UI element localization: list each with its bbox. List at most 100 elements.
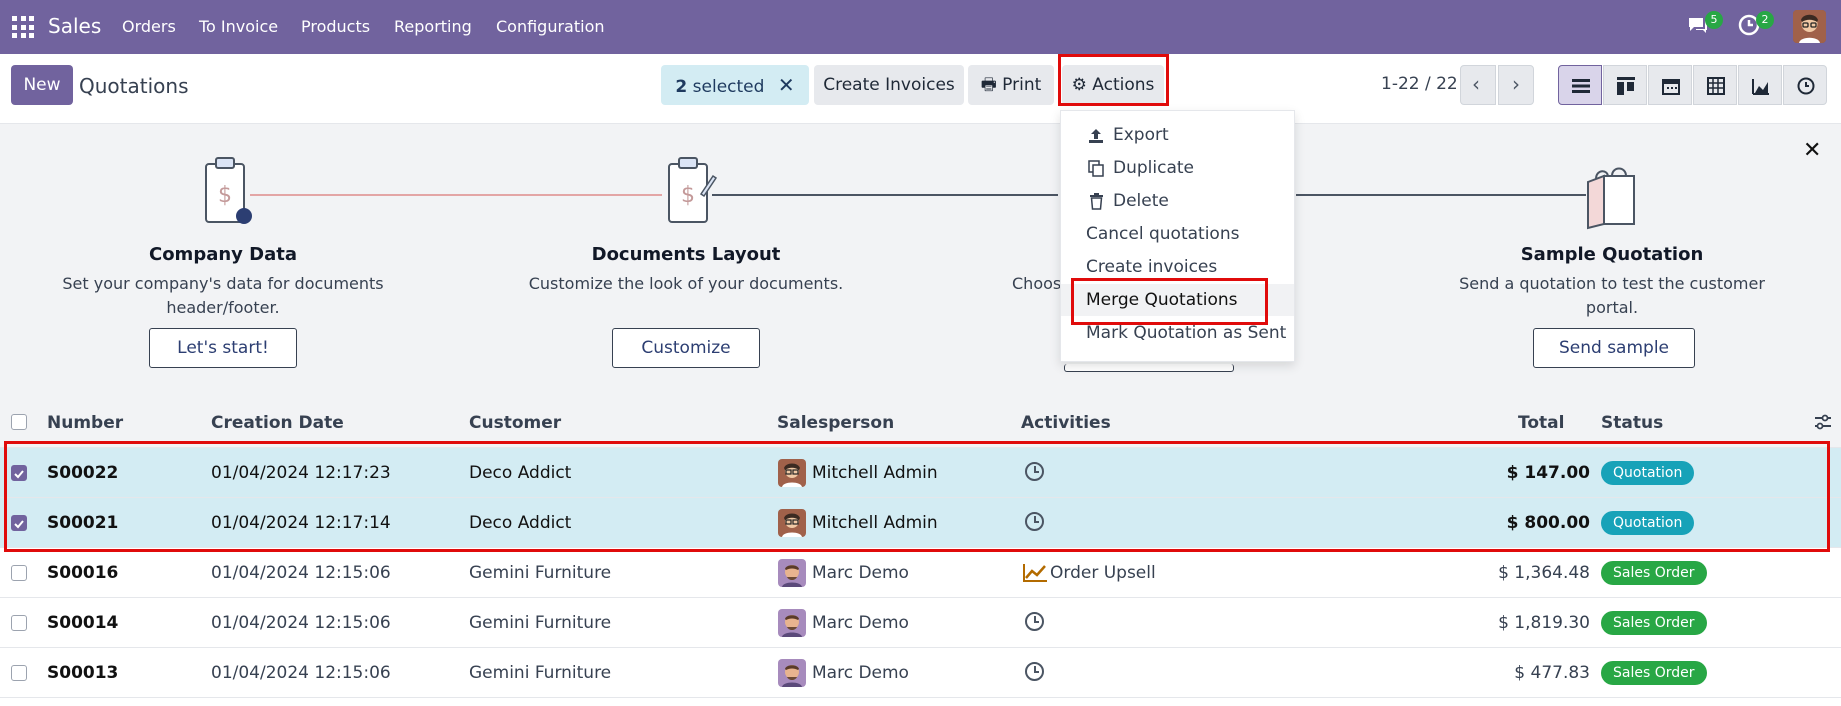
step-description: Set your company's data for documents he…	[62, 274, 384, 317]
onboarding-banner: ✕ $ Company Data Set your company's data…	[0, 124, 1841, 396]
apps-grid-icon[interactable]	[12, 16, 34, 38]
clock-icon	[1797, 77, 1815, 95]
row-customer: Gemini Furniture	[469, 613, 612, 633]
row-checkbox[interactable]	[11, 665, 27, 681]
row-customer: Gemini Furniture	[469, 663, 612, 683]
shopping-bag-icon	[1587, 167, 1635, 230]
column-creation-date[interactable]: Creation Date	[211, 413, 344, 433]
row-salesperson: Marc Demo	[812, 663, 909, 683]
salesperson-avatar	[778, 559, 806, 587]
selected-label: selected	[692, 77, 765, 97]
trash-icon	[1090, 193, 1103, 210]
clipboard-dollar-icon: $	[205, 157, 252, 224]
select-all-checkbox[interactable]	[11, 414, 27, 430]
menu-item-label: Cancel quotations	[1086, 224, 1240, 244]
salesperson-avatar	[778, 609, 806, 637]
chevron-right-icon: ›	[1512, 72, 1520, 96]
area-chart-icon	[1752, 79, 1769, 95]
column-total[interactable]: Total	[1518, 413, 1564, 433]
graph-view-button[interactable]	[1738, 65, 1782, 105]
step-description: Customize the look of your documents.	[528, 274, 844, 293]
pivot-view-button[interactable]	[1693, 65, 1737, 105]
progress-line	[250, 194, 662, 196]
row-number: S00016	[47, 563, 119, 583]
menu-item-delete[interactable]: Delete	[1061, 185, 1294, 217]
row-total: $ 1,364.48	[1498, 563, 1590, 583]
close-banner-icon[interactable]: ✕	[1803, 138, 1821, 163]
row-activity[interactable]: Order Upsell	[1050, 563, 1156, 583]
trending-up-icon[interactable]	[1022, 563, 1048, 583]
row-checkbox[interactable]	[11, 615, 27, 631]
pager-next-button[interactable]: ›	[1498, 65, 1534, 105]
selection-indicator: 2 selected ✕	[661, 65, 809, 105]
pager-value[interactable]: 1-22 / 22	[1381, 74, 1458, 94]
copy-icon	[1088, 160, 1104, 177]
menu-item-export[interactable]: Export	[1061, 119, 1294, 151]
optional-columns-icon[interactable]	[1814, 414, 1832, 430]
messages-count-badge: 5	[1705, 11, 1723, 29]
row-creation-date: 01/04/2024 12:15:06	[211, 663, 391, 683]
control-panel: New Quotations 2 selected ✕ Create Invoi…	[0, 54, 1841, 124]
selected-count: 2	[675, 77, 688, 97]
menu-products[interactable]: Products	[301, 17, 370, 36]
menu-reporting[interactable]: Reporting	[394, 17, 472, 36]
list-view-button[interactable]	[1558, 65, 1602, 105]
create-invoices-button[interactable]: Create Invoices	[814, 65, 964, 105]
calendar-view-button[interactable]	[1648, 65, 1692, 105]
step-title: Company Data	[148, 244, 298, 265]
kanban-icon	[1617, 77, 1635, 95]
highlight-selected-rows	[4, 441, 1830, 552]
customize-button[interactable]: Customize	[612, 328, 760, 368]
table-row[interactable]: S00013 01/04/2024 12:15:06 Gemini Furnit…	[0, 648, 1841, 698]
salesperson-avatar	[778, 659, 806, 687]
activity-clock-icon[interactable]	[1025, 612, 1044, 631]
status-badge: Sales Order	[1601, 561, 1707, 585]
lets-start-button[interactable]: Let's start!	[149, 328, 297, 368]
page-title[interactable]: Quotations	[79, 74, 188, 98]
activity-view-button[interactable]	[1783, 65, 1827, 105]
step-button-partial[interactable]	[1064, 364, 1234, 372]
menu-configuration[interactable]: Configuration	[496, 17, 605, 36]
kanban-view-button[interactable]	[1603, 65, 1647, 105]
column-activities[interactable]: Activities	[1021, 413, 1111, 433]
app-brand[interactable]: Sales	[48, 14, 101, 38]
list-icon	[1572, 79, 1590, 93]
menu-item-label: Export	[1113, 125, 1169, 145]
highlight-actions-button	[1058, 54, 1169, 106]
menu-item-cancel-quotations[interactable]: Cancel quotations	[1061, 218, 1294, 250]
row-checkbox[interactable]	[11, 565, 27, 581]
row-creation-date: 01/04/2024 12:15:06	[211, 613, 391, 633]
print-label: Print	[1002, 75, 1042, 95]
row-salesperson: Marc Demo	[812, 613, 909, 633]
column-number[interactable]: Number	[47, 413, 123, 433]
menu-orders[interactable]: Orders	[122, 17, 176, 36]
activities-count-badge: 2	[1756, 11, 1774, 29]
chevron-left-icon: ‹	[1472, 72, 1480, 96]
pager-previous-button[interactable]: ‹	[1460, 65, 1496, 105]
row-number: S00014	[47, 613, 119, 633]
menu-item-label: Duplicate	[1113, 158, 1194, 178]
row-total: $ 477.83	[1514, 663, 1590, 683]
new-button[interactable]: New	[11, 65, 73, 105]
user-avatar[interactable]	[1793, 10, 1826, 43]
print-button[interactable]: 🖶 Print	[968, 65, 1054, 105]
pivot-table-icon	[1707, 77, 1725, 95]
column-status[interactable]: Status	[1601, 413, 1663, 433]
column-customer[interactable]: Customer	[469, 413, 561, 433]
column-salesperson[interactable]: Salesperson	[777, 413, 894, 433]
row-creation-date: 01/04/2024 12:15:06	[211, 563, 391, 583]
svg-text:$: $	[218, 183, 232, 208]
table-row[interactable]: S00016 01/04/2024 12:15:06 Gemini Furnit…	[0, 548, 1841, 598]
table-row[interactable]: S00014 01/04/2024 12:15:06 Gemini Furnit…	[0, 598, 1841, 648]
menu-item-duplicate[interactable]: Duplicate	[1061, 152, 1294, 184]
top-navbar: Sales Orders To Invoice Products Reporti…	[0, 0, 1841, 54]
row-salesperson: Marc Demo	[812, 563, 909, 583]
activity-clock-icon[interactable]	[1025, 662, 1044, 681]
step-title: Documents Layout	[591, 244, 781, 265]
menu-to-invoice[interactable]: To Invoice	[199, 17, 278, 36]
highlight-merge-quotations	[1071, 278, 1268, 325]
menu-item-label: Delete	[1113, 191, 1169, 211]
status-badge: Sales Order	[1601, 661, 1707, 685]
clear-selection-icon[interactable]: ✕	[778, 73, 795, 97]
send-sample-button[interactable]: Send sample	[1533, 328, 1695, 368]
